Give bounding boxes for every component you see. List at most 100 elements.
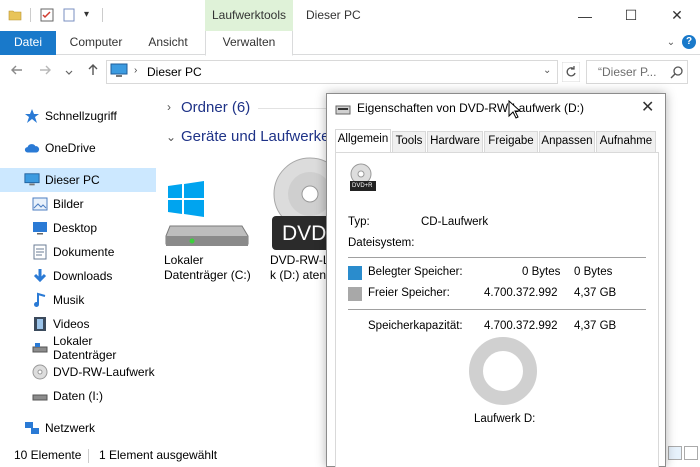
refresh-icon[interactable] (561, 61, 581, 85)
recent-dropdown-icon[interactable] (64, 64, 74, 80)
drive-tools-context-label: Laufwerktools (205, 0, 293, 31)
drive-icon (32, 340, 48, 356)
tab-ansicht[interactable]: Ansicht (136, 31, 200, 55)
separator (348, 309, 646, 310)
sidebar-item-videos[interactable]: Videos (0, 312, 156, 336)
sidebar-item-dokumente[interactable]: Dokumente (0, 240, 156, 264)
computer-icon (24, 172, 40, 188)
chevron-down-icon[interactable]: ⌄ (664, 36, 678, 50)
breadcrumb-chevron-icon[interactable]: › (134, 65, 137, 76)
sidebar-item-label: Lokaler Datenträger (53, 334, 117, 362)
sidebar-item-daten[interactable]: Daten (I:) (0, 384, 156, 408)
downloads-icon (32, 268, 48, 284)
tab-verwalten[interactable]: Verwalten (205, 31, 293, 56)
address-dropdown-icon[interactable]: ⌄ (543, 65, 551, 76)
tab-datei[interactable]: Datei (0, 31, 56, 55)
breadcrumb[interactable]: Dieser PC (147, 65, 202, 79)
sidebar-item-label: Downloads (53, 269, 113, 283)
forward-arrow-icon[interactable] (38, 63, 52, 80)
filesystem-label: Dateisystem: (348, 237, 415, 249)
properties-dialog: Eigenschaften von DVD-RW-Laufwerk (D:) ✕… (326, 93, 666, 467)
dialog-page-general: DVD+R Typ: CD-Laufwerk Dateisystem: Bele… (335, 152, 659, 467)
navigation-pane: Schnellzugriff OneDrive Dieser PC Bilder… (0, 96, 156, 444)
drive-tile-c[interactable]: Lokaler Datenträger (C:) (160, 172, 260, 282)
type-label: Typ: (348, 216, 370, 228)
type-value: CD-Laufwerk (421, 216, 489, 228)
sidebar-item-schnellzugriff[interactable]: Schnellzugriff (0, 104, 156, 128)
dvd-r-drive-icon (348, 163, 378, 196)
ribbon-tabs: Datei Computer Ansicht Verwalten (0, 31, 700, 56)
sidebar-item-netzwerk[interactable]: Netzwerk (0, 416, 156, 440)
pictures-icon (32, 196, 48, 212)
minimize-button[interactable]: — (562, 0, 608, 31)
dvd-icon (32, 364, 48, 380)
maximize-icon: ☐ (624, 7, 638, 23)
item-count: 10 Elemente (14, 448, 82, 462)
sidebar-item-downloads[interactable]: Downloads (0, 264, 156, 288)
tab-anpassen[interactable]: Anpassen (539, 131, 595, 152)
local-disk-icon (164, 178, 250, 251)
tab-tools[interactable]: Tools (392, 131, 426, 152)
cursor-icon (508, 99, 522, 123)
properties-icon[interactable] (40, 8, 54, 22)
dvd-r-badge: DVD+R (352, 183, 373, 189)
back-arrow-icon[interactable] (10, 63, 24, 80)
sidebar-item-onedrive[interactable]: OneDrive (0, 136, 156, 160)
group-header-folders[interactable]: Ordner (6) (181, 99, 250, 116)
sidebar-item-label: Videos (53, 317, 90, 331)
search-icon[interactable] (670, 65, 684, 82)
search-placeholder: “Dieser P... (598, 65, 657, 79)
window-title: Dieser PC (306, 8, 361, 22)
group-divider (258, 108, 326, 109)
help-icon[interactable]: ? (682, 35, 696, 49)
desktop-icon (32, 220, 48, 236)
dvd-logo-text: DVD (282, 222, 326, 245)
free-space-label: Freier Speicher: (368, 287, 450, 299)
sidebar-item-musik[interactable]: Musik (0, 288, 156, 312)
dialog-close-icon[interactable]: ✕ (641, 97, 654, 117)
drive-tile-d[interactable]: DVD DVD-RW-L k (D:) aten (266, 152, 326, 282)
tab-aufnahme[interactable]: Aufnahme (596, 131, 656, 152)
capacity-size: 4,37 GB (574, 320, 617, 332)
tab-computer[interactable]: Computer (62, 31, 130, 55)
new-folder-icon[interactable] (62, 8, 76, 22)
maximize-button[interactable]: ☐ (608, 0, 654, 31)
close-icon: ✕ (671, 7, 683, 23)
sidebar-item-dieser-pc[interactable]: Dieser PC (0, 168, 156, 192)
used-space-bytes: 0 Bytes (522, 266, 561, 278)
tab-hardware[interactable]: Hardware (427, 131, 483, 152)
separator (348, 257, 646, 258)
usage-donut-chart (468, 336, 538, 409)
sidebar-item-label: Dokumente (53, 245, 115, 259)
free-space-swatch (348, 287, 362, 301)
sidebar-item-lokaler-datentraeger[interactable]: Lokaler Datenträger (0, 334, 156, 362)
cloud-icon (24, 140, 40, 156)
details-view-icon[interactable] (668, 446, 682, 460)
music-icon (32, 292, 48, 308)
sidebar-item-bilder[interactable]: Bilder (0, 192, 156, 216)
drive-c-label-line1: Lokaler (164, 253, 204, 267)
computer-icon (110, 63, 128, 82)
collapse-chevron-icon[interactable]: ⌄ (166, 130, 176, 144)
network-icon (24, 420, 40, 436)
videos-icon (32, 316, 48, 332)
up-arrow-icon[interactable] (86, 63, 100, 80)
documents-icon (32, 244, 48, 260)
expand-chevron-icon[interactable]: › (167, 100, 171, 114)
customize-quickaccess-icon[interactable]: ▾ (84, 8, 98, 22)
close-button[interactable]: ✕ (654, 0, 700, 31)
selection-count: 1 Element ausgewählt (99, 448, 218, 462)
sidebar-item-label: DVD-RW-Laufwerk (53, 365, 155, 379)
dialog-title: Eigenschaften von DVD-RW-Laufwerk (D:) (357, 101, 584, 115)
tab-freigabe[interactable]: Freigabe (484, 131, 538, 152)
used-space-size: 0 Bytes (574, 266, 613, 278)
sidebar-item-dvd-rw-laufwerk[interactable]: DVD-RW-Laufwerk (0, 360, 156, 384)
large-icons-view-icon[interactable] (684, 446, 698, 460)
tab-allgemein[interactable]: Allgemein (335, 129, 391, 153)
capacity-bytes: 4.700.372.992 (484, 320, 558, 332)
group-header-devices[interactable]: Geräte und Laufwerke (181, 128, 329, 145)
sidebar-item-desktop[interactable]: Desktop (0, 216, 156, 240)
sidebar-item-label: Musik (53, 293, 85, 307)
drive-d-label-line2: k (D:) aten (270, 268, 326, 282)
folder-icon[interactable] (8, 8, 22, 22)
